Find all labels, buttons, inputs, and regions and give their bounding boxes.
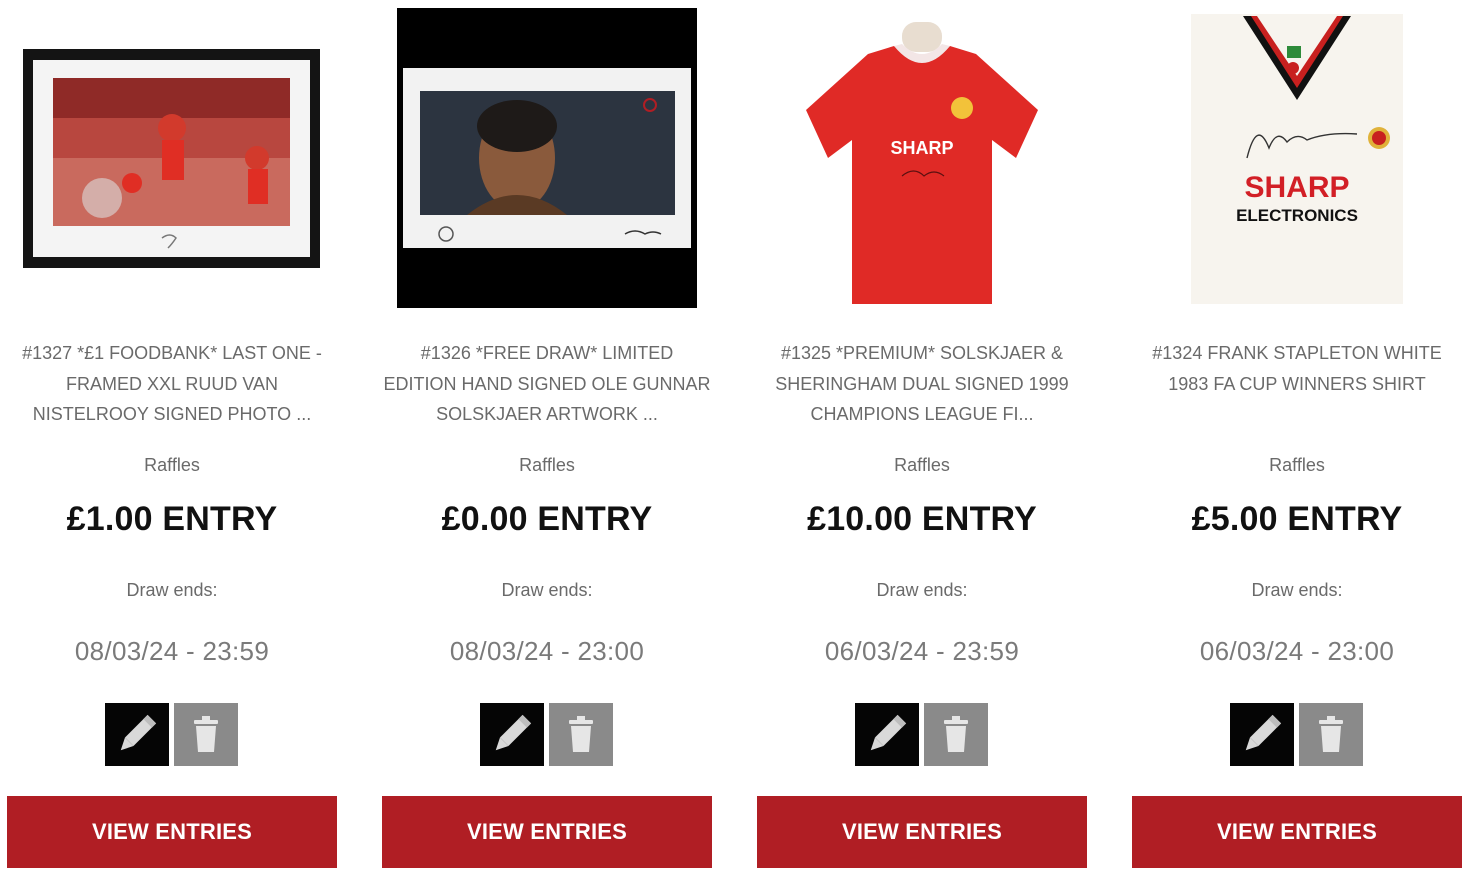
view-entries-button[interactable]: VIEW ENTRIES: [757, 796, 1087, 868]
trash-icon: [1319, 716, 1343, 752]
raffle-actions: [480, 703, 614, 766]
artwork-image: [397, 8, 697, 308]
raffle-category[interactable]: Raffles: [382, 455, 712, 476]
raffle-image[interactable]: SHARP: [772, 8, 1072, 308]
red-shirt-image: SHARP: [772, 8, 1072, 308]
raffle-title-line: CHAMPIONS LEAGUE FI...: [810, 404, 1034, 424]
shirt-sponsor-subtext: ELECTRONICS: [1236, 206, 1358, 225]
raffle-title[interactable]: #1325 *PREMIUM* SOLSKJAER & SHERINGHAM D…: [757, 338, 1087, 430]
view-entries-button[interactable]: VIEW ENTRIES: [7, 796, 337, 868]
raffle-category[interactable]: Raffles: [7, 455, 337, 476]
edit-button[interactable]: [480, 703, 544, 766]
draw-ends-date: 08/03/24 - 23:59: [74, 636, 270, 666]
pencil-icon: [495, 714, 532, 751]
raffle-title-line: #1326 *FREE DRAW* LIMITED: [420, 343, 674, 363]
entry-price: £0.00 ENTRY: [441, 500, 653, 538]
raffle-image[interactable]: [397, 8, 697, 308]
raffle-title-line: NISTELROOY SIGNED PHOTO ...: [32, 404, 312, 424]
raffle-title-line: #1324 FRANK STAPLETON WHITE: [1152, 343, 1442, 363]
raffle-grid: #1327 *£1 FOODBANK* LAST ONE - FRAMED XX…: [0, 0, 1467, 872]
raffle-title-line: EDITION HAND SIGNED OLE GUNNAR: [383, 373, 711, 394]
raffle-card: SHARP ELECTRONICS #1324 FRANK STAPLETON …: [1132, 0, 1462, 872]
raffle-actions: [1230, 703, 1364, 766]
raffle-title[interactable]: #1324 FRANK STAPLETON WHITE 1983 FA CUP …: [1132, 338, 1462, 399]
draw-ends-date: 08/03/24 - 23:00: [449, 636, 645, 666]
pencil-icon: [870, 714, 907, 751]
raffle-category[interactable]: Raffles: [757, 455, 1087, 476]
raffle-card: SHARP #1325 *PREMIUM* SOLSKJAER & SHERIN…: [757, 0, 1087, 872]
trash-icon: [194, 716, 218, 752]
raffle-title-line: #1325 *PREMIUM* SOLSKJAER &: [780, 343, 1064, 363]
shirt-sponsor-text: SHARP: [890, 138, 953, 158]
draw-ends-date: 06/03/24 - 23:00: [1199, 636, 1395, 666]
raffle-title[interactable]: #1327 *£1 FOODBANK* LAST ONE - FRAMED XX…: [7, 338, 337, 430]
pencil-icon: [120, 714, 157, 751]
raffle-image[interactable]: SHARP ELECTRONICS: [1147, 8, 1447, 308]
white-shirt-image: SHARP ELECTRONICS: [1147, 8, 1447, 308]
entry-price: £1.00 ENTRY: [66, 500, 278, 538]
delete-button[interactable]: [174, 703, 238, 766]
framed-photo-image: [22, 8, 322, 308]
raffle-card: #1327 *£1 FOODBANK* LAST ONE - FRAMED XX…: [7, 0, 337, 872]
draw-ends-label: Draw ends:: [1251, 580, 1343, 600]
trash-icon: [569, 716, 593, 752]
raffle-title-line: SHERINGHAM DUAL SIGNED 1999: [775, 373, 1069, 394]
delete-button[interactable]: [1299, 703, 1363, 766]
draw-ends-date: 06/03/24 - 23:59: [824, 636, 1020, 666]
trash-icon: [944, 716, 968, 752]
delete-button[interactable]: [924, 703, 988, 766]
raffle-title-line: #1327 *£1 FOODBANK* LAST ONE -: [22, 343, 322, 363]
shirt-sponsor-text: SHARP: [1244, 171, 1349, 204]
edit-button[interactable]: [1230, 703, 1294, 766]
raffle-image[interactable]: [22, 8, 322, 308]
edit-button[interactable]: [855, 703, 919, 766]
entry-price: £5.00 ENTRY: [1191, 500, 1403, 538]
raffle-actions: [105, 703, 239, 766]
raffle-category[interactable]: Raffles: [1132, 455, 1462, 476]
view-entries-button[interactable]: VIEW ENTRIES: [1132, 796, 1462, 868]
view-entries-button[interactable]: VIEW ENTRIES: [382, 796, 712, 868]
edit-button[interactable]: [105, 703, 169, 766]
raffle-title-line: SOLSKJAER ARTWORK ...: [436, 404, 658, 424]
draw-ends-label: Draw ends:: [126, 580, 218, 600]
pencil-icon: [1245, 714, 1282, 751]
raffle-card: #1326 *FREE DRAW* LIMITED EDITION HAND S…: [382, 0, 712, 872]
raffle-title-line: 1983 FA CUP WINNERS SHIRT: [1168, 373, 1426, 394]
raffle-title-line: FRAMED XXL RUUD VAN: [65, 373, 279, 394]
entry-price: £10.00 ENTRY: [807, 500, 1037, 538]
delete-button[interactable]: [549, 703, 613, 766]
draw-ends-label: Draw ends:: [876, 580, 968, 600]
draw-ends-label: Draw ends:: [501, 580, 593, 600]
raffle-title[interactable]: #1326 *FREE DRAW* LIMITED EDITION HAND S…: [382, 338, 712, 430]
raffle-actions: [855, 703, 989, 766]
